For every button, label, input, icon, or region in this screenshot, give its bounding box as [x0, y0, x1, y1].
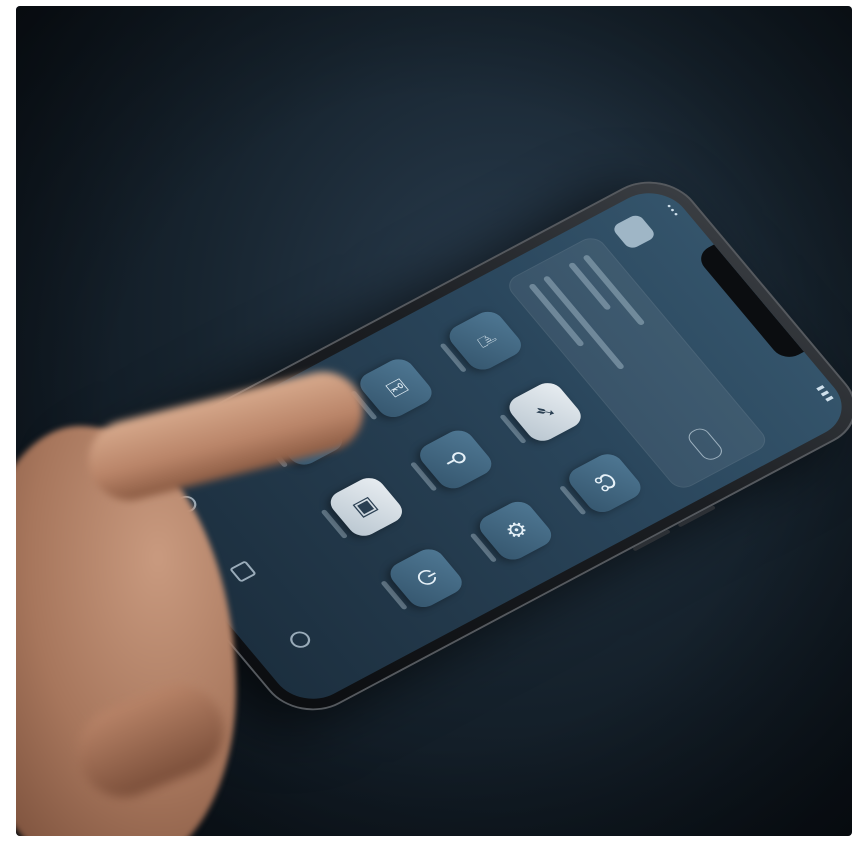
toggle-icon[interactable]	[684, 425, 726, 463]
grid-item[interactable]: ⚲	[398, 419, 503, 506]
grid-item[interactable]: ☊	[547, 442, 652, 529]
grid-item[interactable]: ⚙	[458, 490, 563, 577]
status-icons: ▮▮▮	[814, 383, 837, 405]
index-finger	[80, 363, 372, 509]
status-time: •••	[661, 202, 681, 220]
photo-frame: ••• ▮▮▮ ☝ ➶ ☊ ⚿ ⚲ ⚙ ▣ ⏻	[16, 6, 852, 836]
grid-item[interactable]: ➶	[487, 371, 592, 458]
app-logo-icon[interactable]	[610, 212, 658, 251]
grid-item[interactable]: ☝	[428, 300, 533, 387]
hand	[16, 363, 396, 836]
card-line	[567, 261, 612, 311]
